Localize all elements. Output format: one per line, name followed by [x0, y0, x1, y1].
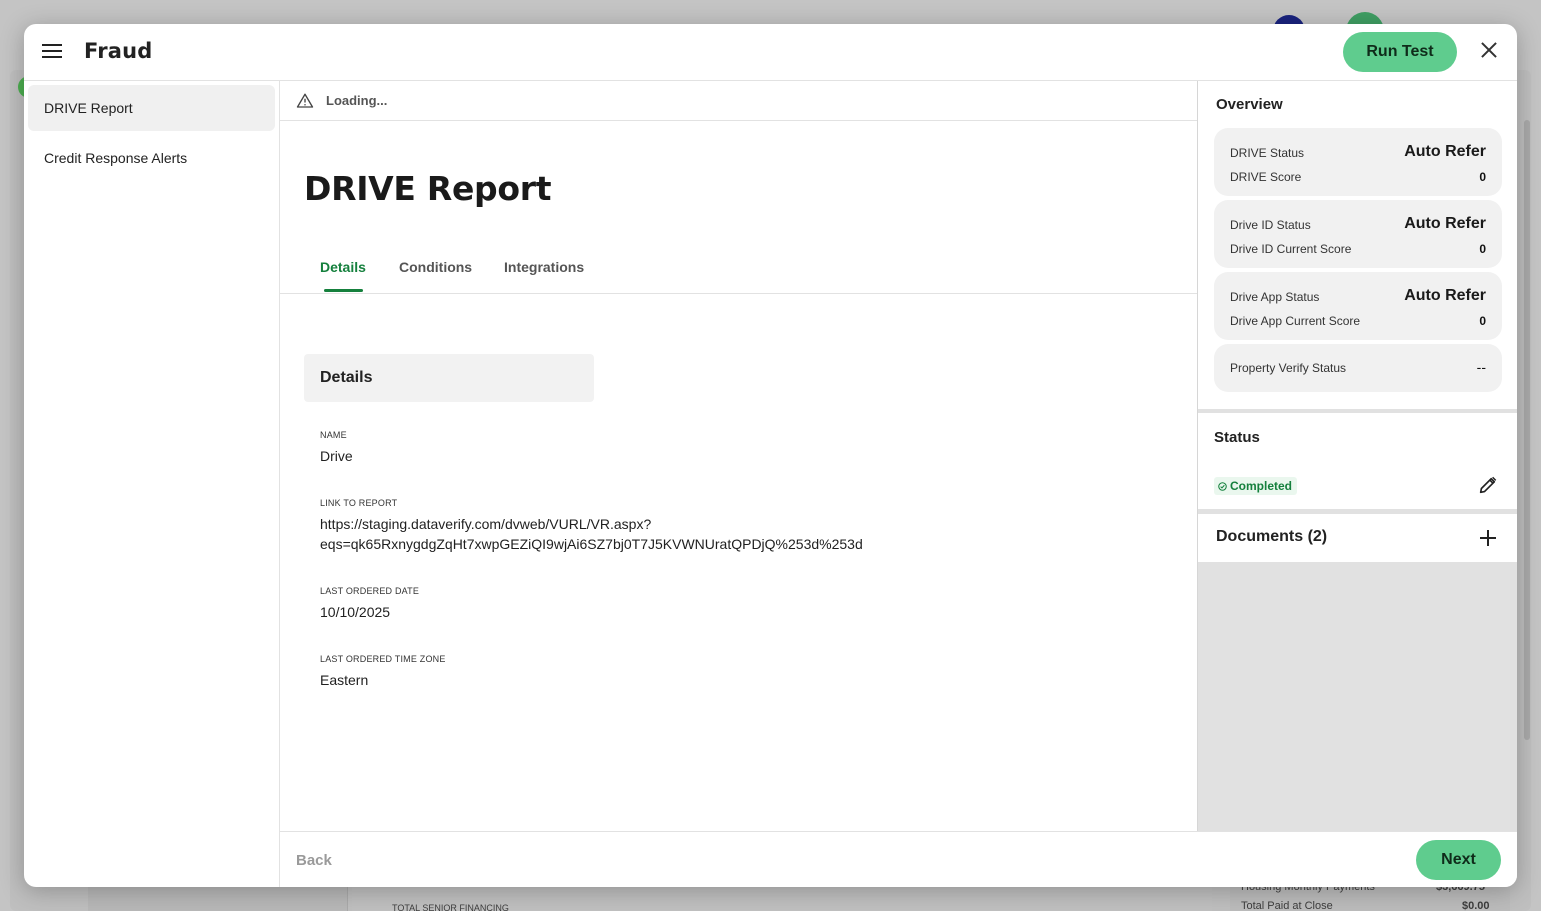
status-badge: Completed: [1214, 477, 1298, 495]
run-test-button[interactable]: Run Test: [1343, 32, 1457, 72]
background-sidebar: [88, 886, 348, 911]
tab-integrations[interactable]: Integrations: [504, 259, 584, 275]
property-verify-value: --: [1476, 359, 1486, 375]
fraud-modal: Fraud Run Test DRIVE Report Credit Respo…: [24, 24, 1517, 887]
drive-score-value: 0: [1479, 170, 1486, 184]
tab-bar: Details Conditions Integrations: [280, 251, 1198, 294]
menu-icon[interactable]: [42, 40, 64, 62]
check-circle-icon: [1218, 481, 1227, 491]
background-summary-value: $0.00: [1462, 900, 1490, 911]
pencil-icon[interactable]: [1477, 474, 1499, 496]
drive-app-score-label: Drive App Current Score: [1230, 314, 1361, 328]
field-value-link-line2[interactable]: eqs=qk65RxnygdgZqHt7xwpGEZiQI9wjAi6SZ7bj…: [320, 534, 863, 554]
close-icon[interactable]: [1478, 40, 1500, 62]
background-summary-label: Total Paid at Close: [1241, 900, 1333, 911]
overview-card-property-verify: Property Verify Status --: [1214, 344, 1502, 392]
overview-card-drive-id: Drive ID Status Auto Refer Drive ID Curr…: [1214, 200, 1502, 268]
sidebar-item-credit-response-alerts[interactable]: Credit Response Alerts: [28, 135, 275, 181]
status-section: Status Completed: [1198, 413, 1517, 509]
details-section-title: Details: [320, 369, 373, 386]
drive-app-status-label: Drive App Status: [1230, 290, 1320, 304]
drive-id-score-value: 0: [1479, 242, 1486, 256]
modal-header: Fraud Run Test: [24, 24, 1517, 81]
field-value-last-ordered-date: 10/10/2025: [320, 604, 391, 620]
drive-status-label: DRIVE Status: [1230, 146, 1305, 160]
field-label-link: LINK TO REPORT: [320, 498, 398, 508]
sidebar: DRIVE Report Credit Response Alerts: [24, 81, 280, 887]
right-panel: Overview DRIVE Status Auto Refer DRIVE S…: [1197, 81, 1517, 832]
field-value-time-zone: Eastern: [320, 672, 369, 688]
overview-title: Overview: [1216, 96, 1283, 113]
loading-text: Loading...: [326, 93, 388, 108]
drive-id-score-label: Drive ID Current Score: [1230, 242, 1352, 256]
warning-triangle-icon: [296, 93, 314, 108]
drive-id-status-label: Drive ID Status: [1230, 218, 1311, 232]
loading-banner: Loading...: [280, 81, 1198, 121]
main-content: Loading... DRIVE Report Details Conditio…: [280, 81, 1198, 832]
field-value-name: Drive: [320, 448, 353, 464]
background-label: TOTAL SENIOR FINANCING: [392, 903, 509, 911]
field-label-time-zone: LAST ORDERED TIME ZONE: [320, 654, 446, 664]
field-label-last-ordered-date: LAST ORDERED DATE: [320, 586, 420, 596]
background-scrollbar: [1524, 120, 1530, 740]
modal-footer: Back Next: [280, 831, 1517, 887]
back-button[interactable]: Back: [296, 852, 332, 869]
status-title: Status: [1214, 429, 1260, 446]
sidebar-item-drive-report[interactable]: DRIVE Report: [28, 85, 275, 131]
drive-id-status-value: Auto Refer: [1404, 215, 1486, 232]
overview-section: Overview DRIVE Status Auto Refer DRIVE S…: [1198, 81, 1517, 409]
next-button[interactable]: Next: [1416, 840, 1501, 880]
documents-title: Documents (2): [1216, 528, 1328, 545]
status-badge-label: Completed: [1230, 479, 1293, 493]
overview-card-drive-app: Drive App Status Auto Refer Drive App Cu…: [1214, 272, 1502, 340]
field-value-link-line1[interactable]: https://staging.dataverify.com/dvweb/VUR…: [320, 514, 651, 534]
property-verify-label: Property Verify Status: [1230, 361, 1347, 375]
overview-card-drive: DRIVE Status Auto Refer DRIVE Score 0: [1214, 128, 1502, 196]
tab-details[interactable]: Details: [320, 259, 366, 275]
drive-status-value: Auto Refer: [1404, 143, 1486, 160]
active-tab-indicator: [324, 289, 363, 292]
field-label-name: NAME: [320, 430, 347, 440]
plus-icon[interactable]: [1477, 527, 1499, 549]
drive-app-score-value: 0: [1479, 314, 1486, 328]
documents-section: Documents (2): [1198, 514, 1517, 562]
drive-app-status-value: Auto Refer: [1404, 287, 1486, 304]
drive-score-label: DRIVE Score: [1230, 170, 1302, 184]
details-section-header: Details: [304, 354, 594, 402]
modal-title: Fraud: [84, 39, 153, 63]
tab-conditions[interactable]: Conditions: [399, 259, 472, 275]
page-title: DRIVE Report: [304, 169, 552, 208]
